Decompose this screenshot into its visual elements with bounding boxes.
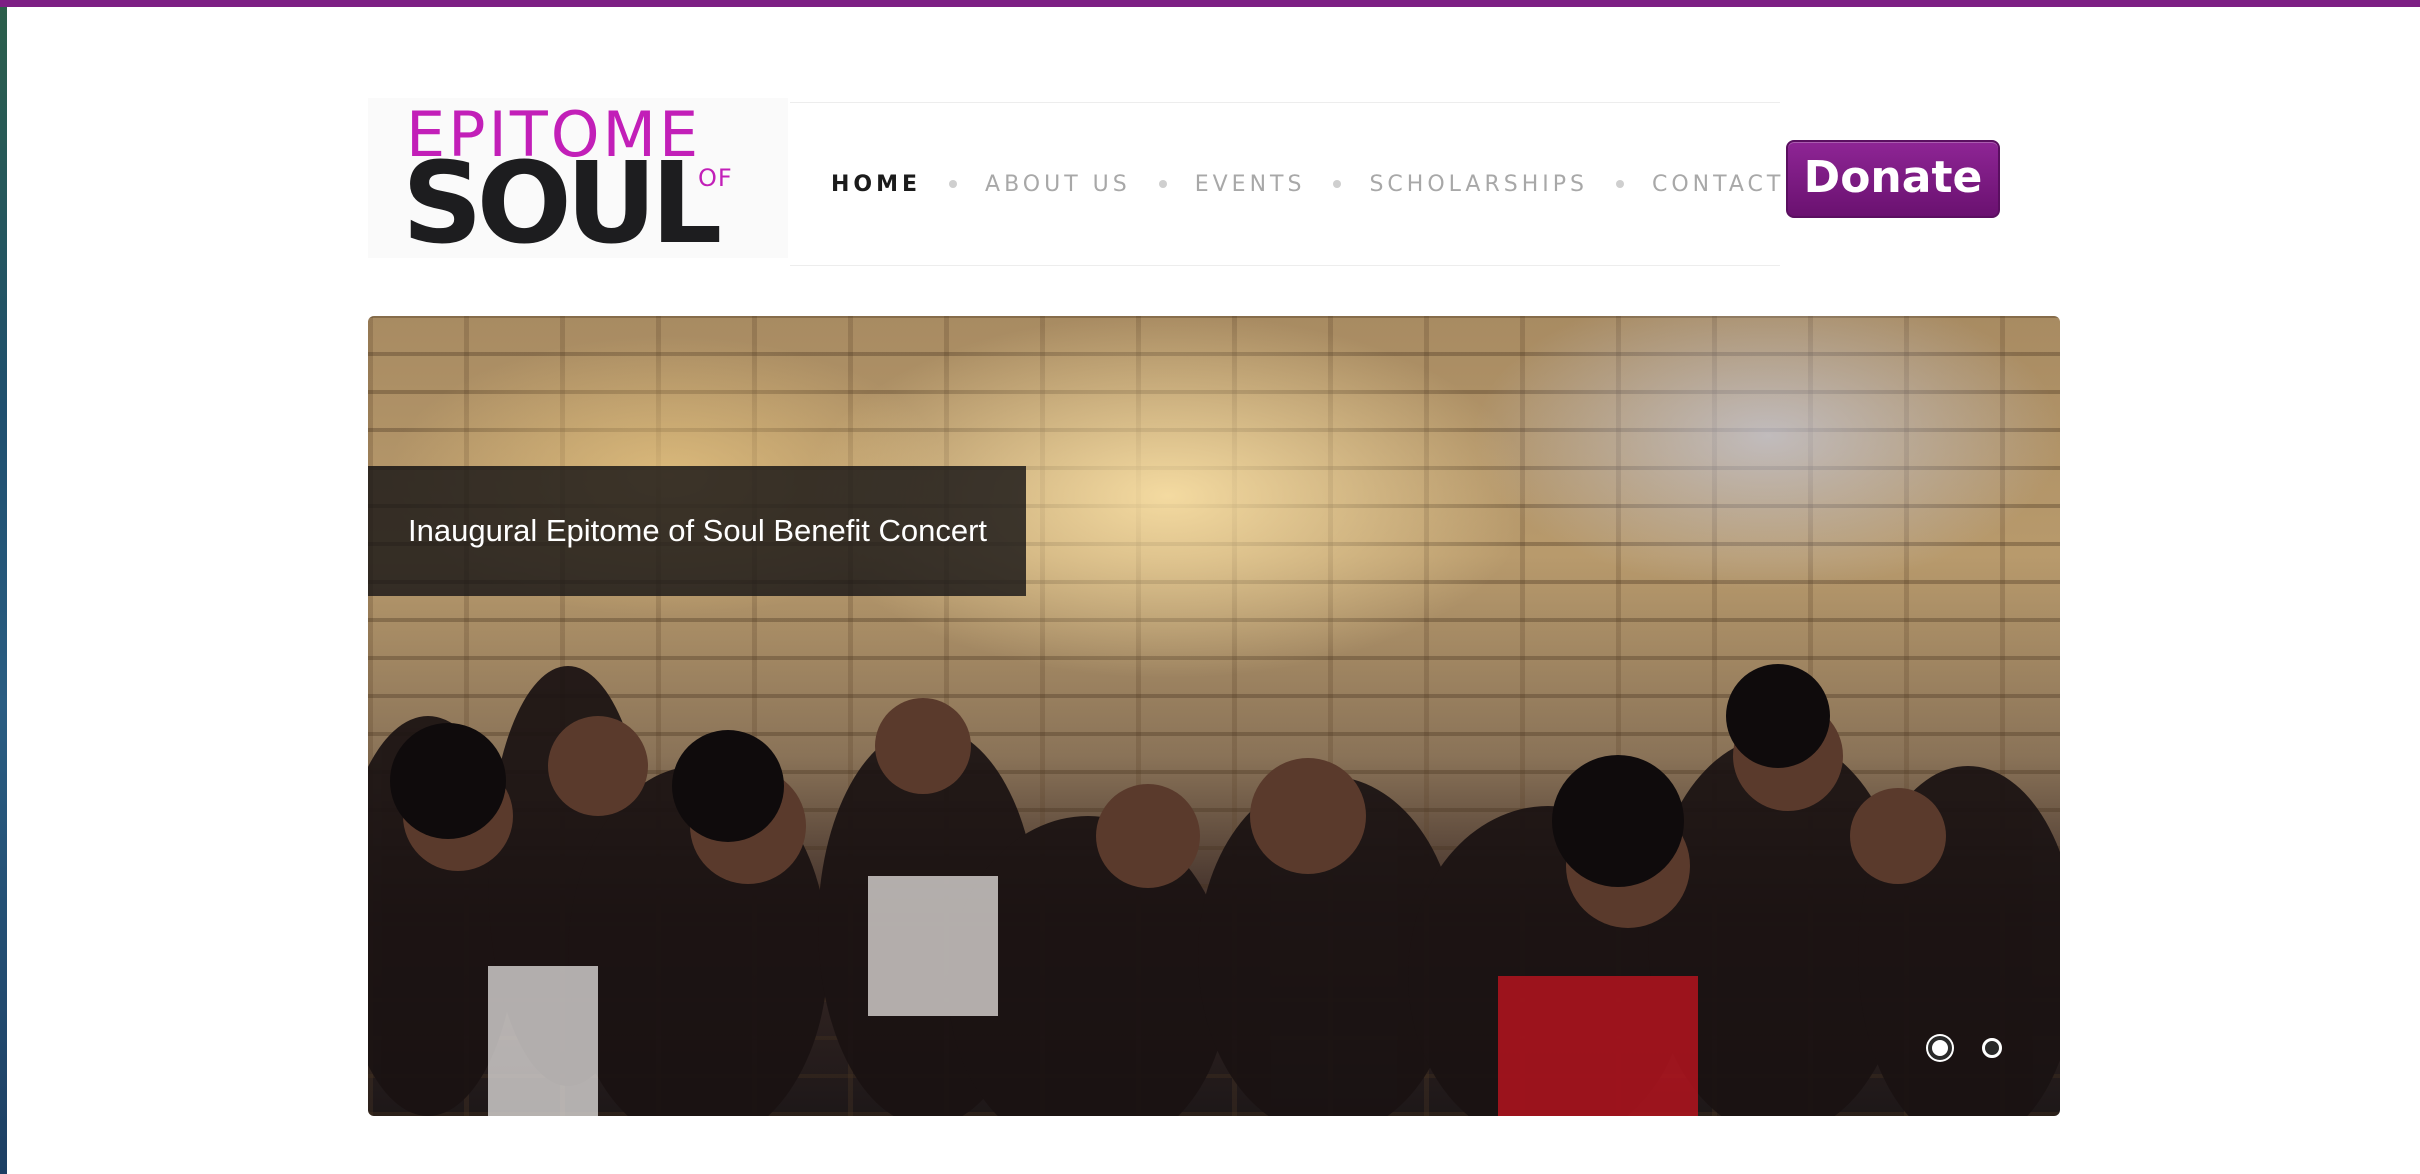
nav-item-scholarships[interactable]: SCHOLARSHIPS [1369,172,1588,197]
site-logo[interactable]: EPITOME SOUL OF [368,98,788,269]
slide-2-dot[interactable] [1982,1038,2002,1058]
main-navigation: HOME ABOUT US EVENTS SCHOLARSHIPS CONTAC… [790,102,1780,266]
logo-text-of: OF [698,164,733,192]
slide-1-dot[interactable] [1928,1036,1952,1060]
slider-pagination [1928,1036,2002,1060]
nav-separator [1333,180,1342,188]
background-edge [0,0,7,1174]
nav-item-about-us[interactable]: ABOUT US [985,172,1131,197]
nav-item-contact[interactable]: CONTACT [1652,172,1784,197]
hero-slider[interactable]: Inaugural Epitome of Soul Benefit Concer… [368,316,2060,1116]
logo-text-soul: SOUL [402,139,722,269]
hero-photo [368,664,2060,1116]
donate-button[interactable]: Donate [1786,140,2000,218]
top-accent-bar [0,0,2420,7]
nav-separator [949,180,958,188]
nav-item-home[interactable]: HOME [831,172,921,197]
nav-separator [1615,180,1624,188]
nav-item-events[interactable]: EVENTS [1195,172,1306,197]
nav-separator [1158,180,1167,188]
slide-caption: Inaugural Epitome of Soul Benefit Concer… [368,466,1026,596]
